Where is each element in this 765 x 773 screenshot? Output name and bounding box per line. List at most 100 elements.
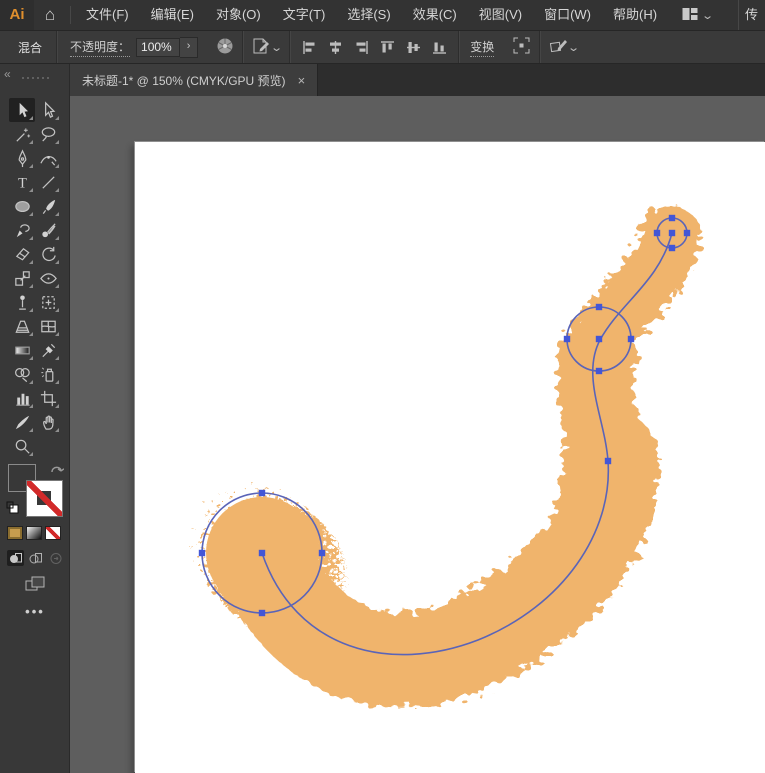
menu-item-1[interactable]: 编辑(E)	[140, 0, 205, 30]
menu-item-3[interactable]: 文字(T)	[272, 0, 337, 30]
recolor-artwork-button[interactable]	[208, 31, 242, 63]
align-right-button[interactable]	[353, 39, 370, 56]
direct-selection-tool-icon	[39, 101, 58, 120]
swap-fill-stroke-icon[interactable]	[50, 462, 64, 480]
align-middle-v-button[interactable]	[405, 39, 422, 56]
opacity-stepper[interactable]: ›	[180, 37, 198, 58]
line-segment-tool-button[interactable]	[35, 170, 61, 194]
anchor-point[interactable]	[654, 230, 660, 236]
opacity-input[interactable]	[136, 38, 180, 57]
anchor-point[interactable]	[669, 245, 675, 251]
anchor-point[interactable]	[319, 550, 325, 556]
eyedropper-tool-button[interactable]	[35, 338, 61, 362]
anchor-point[interactable]	[605, 458, 611, 464]
menu-item-8[interactable]: 帮助(H)	[602, 0, 668, 30]
paintbrush-tool-button[interactable]	[35, 194, 61, 218]
menu-item-0[interactable]: 文件(F)	[75, 0, 140, 30]
chevron-down-icon: ⌄	[567, 41, 580, 54]
anchor-point[interactable]	[669, 230, 675, 236]
menu-item-6[interactable]: 视图(V)	[468, 0, 533, 30]
column-graph-tool-icon	[13, 389, 32, 408]
workspace-switcher[interactable]: ⌄	[682, 7, 712, 24]
free-transform-tool-button[interactable]	[35, 290, 61, 314]
artboard-tool-button[interactable]	[35, 386, 61, 410]
anchor-point[interactable]	[596, 336, 602, 342]
home-icon[interactable]: ⌂	[34, 5, 66, 25]
menu-item-7[interactable]: 窗口(W)	[533, 0, 602, 30]
anchor-point[interactable]	[259, 490, 265, 496]
align-left-button[interactable]	[301, 39, 318, 56]
symbol-sprayer-tool-button[interactable]	[35, 362, 61, 386]
ellipse-tool-icon	[13, 197, 32, 216]
line-segment-tool-icon	[39, 173, 58, 192]
draw-normal-button[interactable]	[7, 550, 24, 566]
rotate-tool-button[interactable]	[35, 242, 61, 266]
free-distort-button[interactable]	[504, 31, 539, 63]
anchor-point[interactable]	[259, 550, 265, 556]
color-button[interactable]	[7, 526, 23, 540]
graphic-style-button[interactable]: ⌄	[541, 31, 586, 63]
artwork-layer[interactable]	[70, 96, 765, 773]
puppet-warp-tool-button[interactable]	[9, 290, 35, 314]
anchor-point[interactable]	[199, 550, 205, 556]
menu-item-5[interactable]: 效果(C)	[402, 0, 468, 30]
scale-tool-button[interactable]	[9, 266, 35, 290]
magic-wand-tool-button[interactable]	[9, 122, 35, 146]
shaper-tool-button[interactable]	[9, 218, 35, 242]
screen-mode-icon[interactable]	[24, 575, 46, 598]
default-fill-stroke-icon[interactable]	[6, 501, 20, 520]
curvature-tool-button[interactable]	[35, 146, 61, 170]
type-tool-button[interactable]: T	[9, 170, 35, 194]
divider	[56, 31, 58, 63]
app-logo[interactable]: Ai	[0, 0, 34, 30]
collapse-panel-icon[interactable]: «	[4, 67, 11, 81]
knife-tool-button[interactable]	[9, 410, 35, 434]
close-icon[interactable]: ×	[298, 73, 306, 88]
transform-link[interactable]: 变换	[470, 38, 494, 57]
document-setup-button[interactable]: ⌄	[244, 31, 289, 63]
anchor-point[interactable]	[596, 368, 602, 374]
opacity-link[interactable]: 不透明度：	[70, 38, 130, 57]
menu-item-2[interactable]: 对象(O)	[205, 0, 272, 30]
pen-tool-icon	[13, 149, 32, 168]
mesh-tool-button[interactable]	[35, 314, 61, 338]
column-graph-tool-button[interactable]	[9, 386, 35, 410]
anchor-point[interactable]	[669, 215, 675, 221]
document-tab[interactable]: 未标题-1* @ 150% (CMYK/GPU 预览) ×	[70, 64, 318, 96]
lasso-tool-button[interactable]	[35, 122, 61, 146]
workspace-name-clipped[interactable]: 传	[738, 0, 765, 30]
align-bottom-button[interactable]	[431, 39, 448, 56]
align-top-button[interactable]	[379, 39, 396, 56]
ellipse-tool-button[interactable]	[9, 194, 35, 218]
anchor-point[interactable]	[259, 610, 265, 616]
blend-artwork-body[interactable]	[198, 236, 671, 660]
gradient-tool-icon	[13, 341, 32, 360]
canvas-pasteboard[interactable]	[70, 96, 765, 773]
shape-builder-tool-button[interactable]	[9, 362, 35, 386]
zoom-tool-button[interactable]	[9, 434, 35, 458]
anchor-point[interactable]	[596, 304, 602, 310]
anchor-point[interactable]	[684, 230, 690, 236]
draw-inside-button[interactable]	[47, 550, 64, 566]
direct-selection-tool-button[interactable]	[35, 98, 61, 122]
edit-toolbar-ellipsis[interactable]: •••	[0, 604, 70, 619]
blob-brush-tool-button[interactable]	[35, 218, 61, 242]
anchor-point[interactable]	[628, 336, 634, 342]
panel-drag-grip[interactable]	[22, 77, 52, 79]
opacity-control: ›	[136, 37, 198, 58]
gradient-tool-button[interactable]	[9, 338, 35, 362]
pen-tool-button[interactable]	[9, 146, 35, 170]
anchor-point[interactable]	[564, 336, 570, 342]
align-center-h-button[interactable]	[327, 39, 344, 56]
hand-tool-button[interactable]	[35, 410, 61, 434]
stroke-swatch[interactable]	[26, 480, 63, 517]
zoom-tool-icon	[13, 437, 32, 456]
eraser-tool-button[interactable]	[9, 242, 35, 266]
draw-behind-button[interactable]	[27, 550, 44, 566]
none-button[interactable]	[45, 526, 61, 540]
perspective-grid-tool-button[interactable]	[9, 314, 35, 338]
width-tool-button[interactable]	[35, 266, 61, 290]
selection-tool-button[interactable]	[9, 98, 35, 122]
gradient-button[interactable]	[26, 526, 42, 540]
menu-item-4[interactable]: 选择(S)	[336, 0, 401, 30]
